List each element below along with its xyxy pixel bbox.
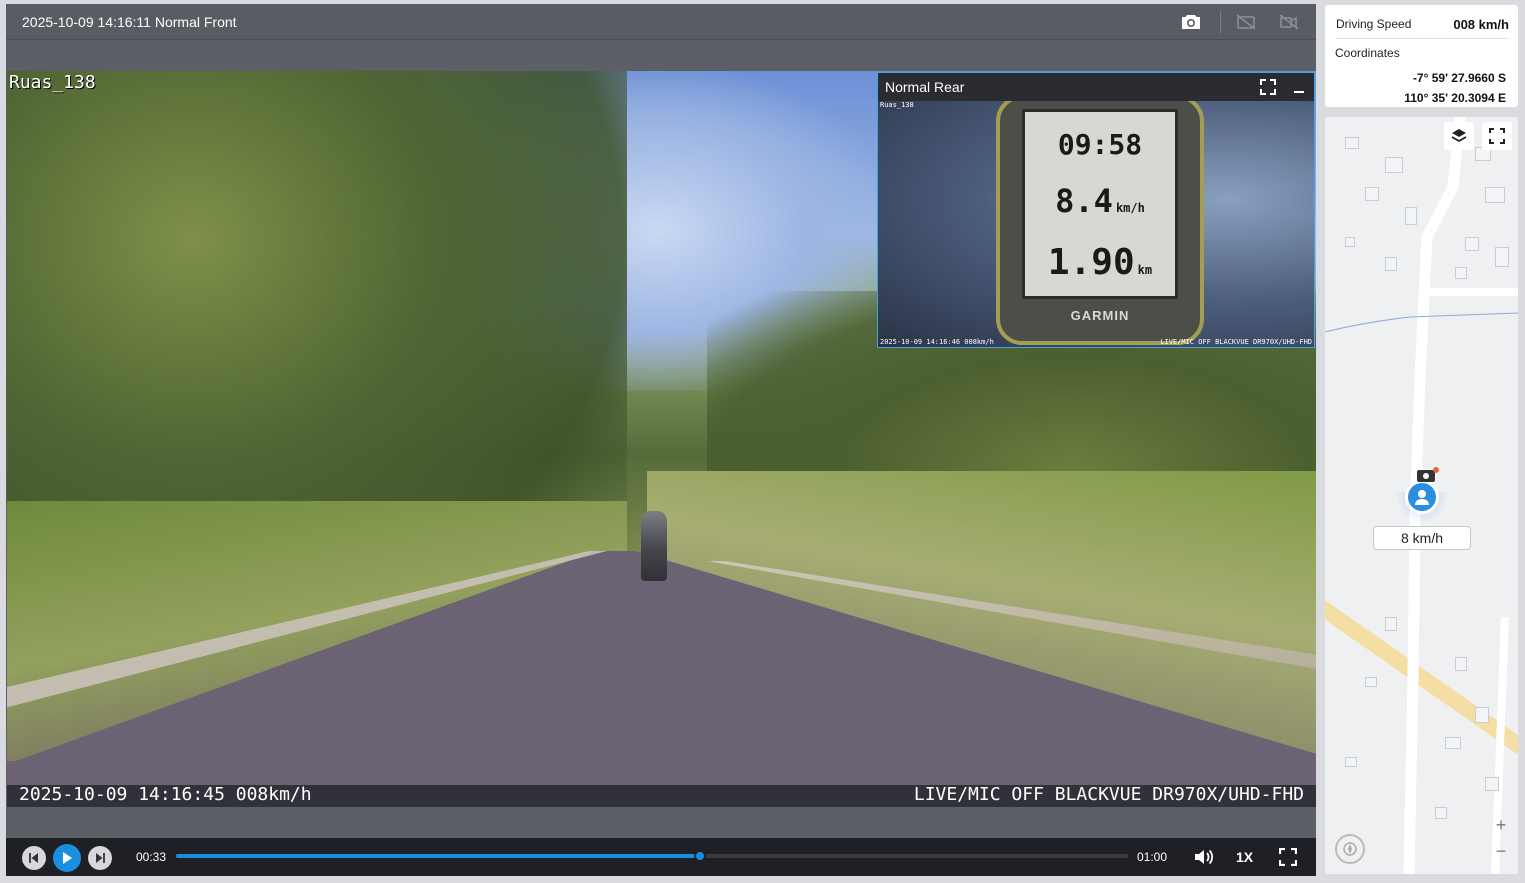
seek-bar-thumb[interactable] — [693, 850, 706, 862]
map-zoom-in-button[interactable]: + — [1491, 815, 1511, 835]
seek-bar-progress — [176, 854, 700, 858]
total-time: 01:00 — [1137, 850, 1168, 864]
gps-device: 09:58 8.4 km/h 1.90 km GARMIN — [996, 101, 1204, 345]
map-building — [1435, 807, 1447, 819]
gps-screen: 09:58 8.4 km/h 1.90 km — [1022, 109, 1178, 299]
map-building — [1475, 707, 1489, 723]
map-building — [1445, 737, 1461, 749]
volume-icon[interactable] — [1192, 846, 1216, 868]
front-camera-id: Ruas_138 — [9, 72, 96, 93]
map-building — [1465, 237, 1479, 251]
video-off-icon[interactable] — [1277, 11, 1301, 33]
latitude-value: -7° 59' 27.9660 S — [1412, 71, 1506, 85]
map-building — [1495, 247, 1509, 267]
rear-camera-video: 09:58 8.4 km/h 1.90 km GARMIN Ruas_138 202… — [878, 101, 1314, 347]
user-icon — [1415, 490, 1429, 505]
map-building — [1385, 617, 1397, 631]
seek-bar[interactable] — [176, 850, 1128, 862]
vehicle-marker[interactable] — [1405, 480, 1439, 514]
map-layers-icon[interactable] — [1444, 122, 1474, 150]
map-building — [1405, 207, 1417, 225]
rear-camera-id: Ruas_138 — [880, 101, 914, 109]
dashcam-status-dot — [1433, 467, 1439, 473]
playback-controls: 00:33 01:00 1X — [6, 838, 1316, 876]
gps-distance: 1.90 km — [1025, 242, 1175, 283]
gps-distance-unit: km — [1137, 263, 1153, 277]
gps-speed: 8.4 km/h — [1025, 182, 1175, 220]
expand-icon[interactable] — [1257, 77, 1279, 97]
map-building — [1485, 777, 1499, 791]
driving-speed-value: 008 km/h — [1453, 17, 1509, 32]
driving-speed-label: Driving Speed — [1336, 17, 1412, 31]
map-building — [1345, 137, 1359, 149]
gps-time: 09:58 — [1057, 128, 1143, 161]
map-speed-label: 8 km/h — [1373, 526, 1471, 550]
map-compass-icon[interactable] — [1335, 834, 1365, 864]
map-building — [1365, 677, 1377, 687]
rear-osd-timestamp: 2025-10-09 14:16:46 008km/h — [880, 338, 994, 346]
map-building — [1365, 187, 1379, 201]
front-osd-timestamp: 2025-10-09 14:16:45 008km/h — [19, 784, 312, 805]
map-building — [1485, 187, 1505, 203]
hide-overlay-icon[interactable] — [1234, 11, 1258, 33]
gps-speed-value: 8.4 — [1055, 182, 1113, 220]
gps-speed-unit: km/h — [1115, 201, 1145, 215]
map-building — [1345, 757, 1357, 767]
driving-speed-row: Driving Speed 008 km/h — [1335, 5, 1509, 39]
map-zoom-out-button[interactable]: − — [1491, 841, 1511, 861]
coordinates-label: Coordinates — [1335, 46, 1400, 60]
rear-osd-device: LIVE/MIC OFF BLACKVUE DR970X/UHD-FHD — [1160, 338, 1312, 346]
camera-snapshot-icon[interactable] — [1179, 11, 1203, 33]
next-frame-button[interactable] — [88, 846, 112, 870]
map-building — [1345, 237, 1355, 247]
minimize-icon[interactable] — [1288, 77, 1310, 97]
previous-frame-button[interactable] — [22, 846, 46, 870]
player-top-bar: 2025-10-09 14:16:11 Normal Front — [6, 4, 1316, 40]
gps-brand: GARMIN — [1070, 308, 1130, 323]
map-view[interactable]: 8 km/h + − — [1325, 117, 1518, 874]
player-title: 2025-10-09 14:16:11 Normal Front — [22, 14, 237, 30]
video-motorcyclist — [641, 511, 667, 581]
longitude-value: 110° 35' 20.3094 E — [1404, 91, 1506, 105]
fullscreen-icon[interactable] — [1276, 846, 1300, 868]
rear-pip-header: Normal Rear — [878, 73, 1314, 101]
map-building — [1455, 657, 1467, 671]
top-bar-divider — [1220, 11, 1221, 33]
video-player: 2025-10-09 14:16:11 Normal Front Ruas_13… — [6, 4, 1316, 876]
gps-distance-value: 1.90 — [1047, 242, 1135, 283]
rear-camera-pip[interactable]: Normal Rear 09:58 8.4 km/h 1.90 km GARMI… — [877, 72, 1315, 348]
play-button[interactable] — [53, 844, 81, 872]
front-osd-device: LIVE/MIC OFF BLACKVUE DR970X/UHD-FHD — [913, 784, 1304, 805]
map-fullscreen-icon[interactable] — [1482, 122, 1512, 150]
map-building — [1385, 157, 1403, 173]
map-building — [1385, 257, 1397, 271]
telemetry-panel: Driving Speed 008 km/h Coordinates -7° 5… — [1325, 5, 1518, 107]
front-osd-bar: 2025-10-09 14:16:45 008km/h LIVE/MIC OFF… — [7, 784, 1316, 807]
playback-speed-button[interactable]: 1X — [1236, 849, 1253, 865]
current-time: 00:33 — [136, 850, 167, 864]
map-building — [1455, 267, 1467, 279]
rear-pip-title: Normal Rear — [885, 79, 965, 95]
